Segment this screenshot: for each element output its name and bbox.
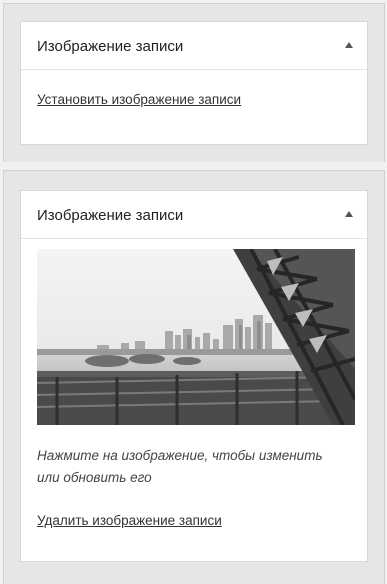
collapse-toggle-icon[interactable]	[345, 42, 353, 48]
featured-image-thumbnail[interactable]	[37, 249, 355, 425]
featured-image-metabox-set: Изображение записи Нажмите на изображени…	[20, 190, 368, 562]
screen: Изображение записи Установить изображени…	[0, 0, 387, 584]
metabox-title: Изображение записи	[37, 207, 184, 224]
remove-featured-image-link[interactable]: Удалить изображение записи	[37, 513, 222, 528]
metabox-title: Изображение записи	[37, 38, 184, 55]
metabox-header: Изображение записи	[21, 191, 367, 239]
image-edit-hint: Нажмите на изображение, чтобы изменить и…	[37, 448, 323, 485]
featured-image-metabox-empty: Изображение записи Установить изображени…	[20, 21, 368, 145]
metabox-header: Изображение записи	[21, 22, 367, 70]
set-featured-image-link[interactable]: Установить изображение записи	[37, 92, 241, 107]
collapse-toggle-icon[interactable]	[345, 211, 353, 217]
city-bridge-photo	[37, 249, 355, 425]
